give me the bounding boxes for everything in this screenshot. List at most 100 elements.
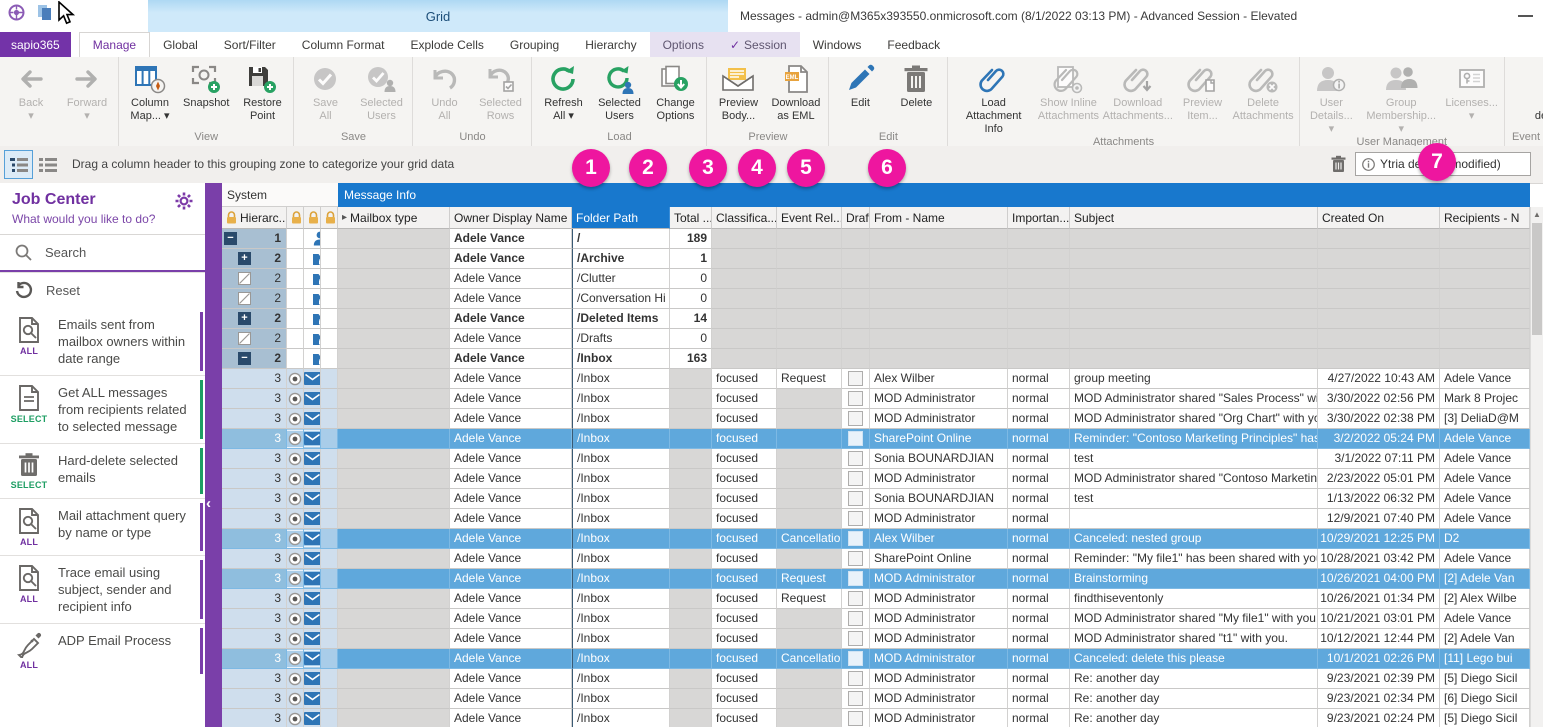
cell-created-on[interactable]: 10/26/2021 04:00 PM (1318, 569, 1440, 589)
cell-recipients[interactable]: Adele Vance (1440, 429, 1530, 449)
tab-sort-filter[interactable]: Sort/Filter (211, 32, 289, 57)
cell-importance[interactable] (1008, 329, 1070, 349)
cell-created_on[interactable] (1318, 229, 1440, 249)
cell-draft[interactable] (842, 489, 870, 509)
message-row[interactable]: 3Adele Vance/InboxfocusedMOD Administrat… (222, 669, 1530, 689)
cell-subject[interactable]: group meeting (1070, 369, 1318, 389)
cell-mailbox-type[interactable] (338, 329, 450, 349)
cell-draft[interactable] (842, 649, 870, 669)
cell-created-on[interactable]: 9/23/2021 02:24 PM (1318, 709, 1440, 727)
cell-mailbox-type[interactable] (338, 529, 450, 549)
cell-recipients[interactable]: [6] Diego Sicil (1440, 689, 1530, 709)
cell-event_rel[interactable] (777, 289, 842, 309)
col-header-created_on[interactable]: Created On (1318, 207, 1440, 229)
cell-importance[interactable]: normal (1008, 649, 1070, 669)
cell-event_rel[interactable] (777, 309, 842, 329)
cell-total[interactable] (670, 429, 712, 449)
cell-created-on[interactable]: 9/23/2021 02:34 PM (1318, 689, 1440, 709)
job-item-adp-email-process[interactable]: ALL ADP Email Process (0, 623, 205, 678)
cell-draft[interactable] (842, 369, 870, 389)
col-header-owner[interactable]: Owner Display Name (450, 207, 572, 229)
cell-subject[interactable] (1070, 269, 1318, 289)
cell-created-on[interactable]: 9/23/2021 02:39 PM (1318, 669, 1440, 689)
cell-total[interactable] (670, 569, 712, 589)
cell-draft[interactable] (842, 309, 870, 329)
cell-event_rel[interactable] (777, 249, 842, 269)
cell-importance[interactable] (1008, 269, 1070, 289)
scroll-up-arrow[interactable]: ▲ (1531, 207, 1543, 221)
cell-mailbox-type[interactable] (338, 569, 450, 589)
cell-folder-path[interactable]: /Inbox (572, 609, 670, 629)
collapse-icon[interactable]: − (224, 232, 237, 245)
cell-importance[interactable]: normal (1008, 529, 1070, 549)
cell-subject[interactable]: findthiseventonly (1070, 589, 1318, 609)
cell-owner[interactable]: Adele Vance (450, 369, 572, 389)
cell-folder-path[interactable]: /Inbox (572, 369, 670, 389)
cell-classification[interactable]: focused (712, 649, 777, 669)
col-header-hierarchy[interactable]: Hierarc... (222, 207, 287, 229)
cell-total[interactable] (670, 389, 712, 409)
cell-from_name[interactable] (870, 329, 1008, 349)
cell-event-rel[interactable] (777, 689, 842, 709)
cell-subject[interactable]: Re: another day (1070, 709, 1318, 727)
cell-hierarchy[interactable]: 3 (222, 689, 287, 709)
cell-subject[interactable]: MOD Administrator shared "Org Chart" wit… (1070, 409, 1318, 429)
cell-owner[interactable]: Adele Vance (450, 289, 572, 309)
draft-checkbox[interactable] (848, 411, 863, 426)
message-row[interactable]: 3Adele Vance/InboxfocusedMOD Administrat… (222, 509, 1530, 529)
cell-subject[interactable]: test (1070, 489, 1318, 509)
col-header-folder_path[interactable]: Folder Path (572, 207, 670, 229)
collapse-icon[interactable]: − (238, 352, 251, 365)
cell-event-rel[interactable] (777, 549, 842, 569)
tab-manage[interactable]: Manage (79, 32, 150, 57)
cell-classification[interactable]: focused (712, 689, 777, 709)
cell-hierarchy[interactable]: 3 (222, 369, 287, 389)
cell-created-on[interactable]: 12/9/2021 07:40 PM (1318, 509, 1440, 529)
cell-created_on[interactable] (1318, 329, 1440, 349)
tab-sapio365[interactable]: sapio365 (0, 32, 71, 57)
message-row[interactable]: 3Adele Vance/InboxfocusedRequestMOD Admi… (222, 589, 1530, 609)
cell-recipients[interactable]: Mark 8 Projec (1440, 389, 1530, 409)
message-row[interactable]: 3Adele Vance/InboxfocusedMOD Administrat… (222, 409, 1530, 429)
cell-classification[interactable]: focused (712, 569, 777, 589)
cell-hierarchy[interactable]: 3 (222, 489, 287, 509)
cell-recipients[interactable]: [3] DeliaD@M (1440, 409, 1530, 429)
cell-hierarchy[interactable]: 3 (222, 529, 287, 549)
folder-row[interactable]: −2Adele Vance/Inbox163 (222, 349, 1530, 369)
cell-draft[interactable] (842, 569, 870, 589)
cell-importance[interactable]: normal (1008, 429, 1070, 449)
cell-folder-path[interactable]: /Inbox (572, 429, 670, 449)
cell-importance[interactable]: normal (1008, 509, 1070, 529)
cell-mailbox-type[interactable] (338, 629, 450, 649)
sidebar-collapse-strip[interactable]: ‹ (205, 183, 222, 727)
cell-recipients[interactable] (1440, 269, 1530, 289)
cell-folder-path[interactable]: /Inbox (572, 589, 670, 609)
cell-owner[interactable]: Adele Vance (450, 229, 572, 249)
cell-folder-path[interactable]: /Inbox (572, 649, 670, 669)
cell-created-on[interactable]: 3/2/2022 05:24 PM (1318, 429, 1440, 449)
cell-mailbox-type[interactable] (338, 429, 450, 449)
cell-from-name[interactable]: Alex Wilber (870, 369, 1008, 389)
cell-created-on[interactable]: 3/30/2022 02:56 PM (1318, 389, 1440, 409)
selected-users-button[interactable]: Selected Users (353, 57, 409, 123)
tab-column-format[interactable]: Column Format (289, 32, 398, 57)
cell-folder-path[interactable]: / (572, 229, 670, 249)
cell-folder-path[interactable]: /Conversation Hi (572, 289, 670, 309)
cell-owner[interactable]: Adele Vance (450, 329, 572, 349)
cell-importance[interactable] (1008, 249, 1070, 269)
cell-from-name[interactable]: MOD Administrator (870, 469, 1008, 489)
cell-from-name[interactable]: SharePoint Online (870, 549, 1008, 569)
cell-event_rel[interactable] (777, 229, 842, 249)
hierarchy-view-toggle[interactable] (4, 150, 33, 179)
message-row[interactable]: 3Adele Vance/InboxfocusedSharePoint Onli… (222, 549, 1530, 569)
cell-owner[interactable]: Adele Vance (450, 589, 572, 609)
message-row[interactable]: 3Adele Vance/InboxfocusedCancellationMOD… (222, 649, 1530, 669)
cell-owner[interactable]: Adele Vance (450, 689, 572, 709)
cell-owner[interactable]: Adele Vance (450, 469, 572, 489)
cell-created-on[interactable]: 10/29/2021 12:25 PM (1318, 529, 1440, 549)
folder-row[interactable]: 2Adele Vance/Clutter0 (222, 269, 1530, 289)
cell-total[interactable]: 0 (670, 289, 712, 309)
cell-folder-path[interactable]: /Inbox (572, 469, 670, 489)
cell-event-rel[interactable] (777, 509, 842, 529)
cell-from_name[interactable] (870, 269, 1008, 289)
